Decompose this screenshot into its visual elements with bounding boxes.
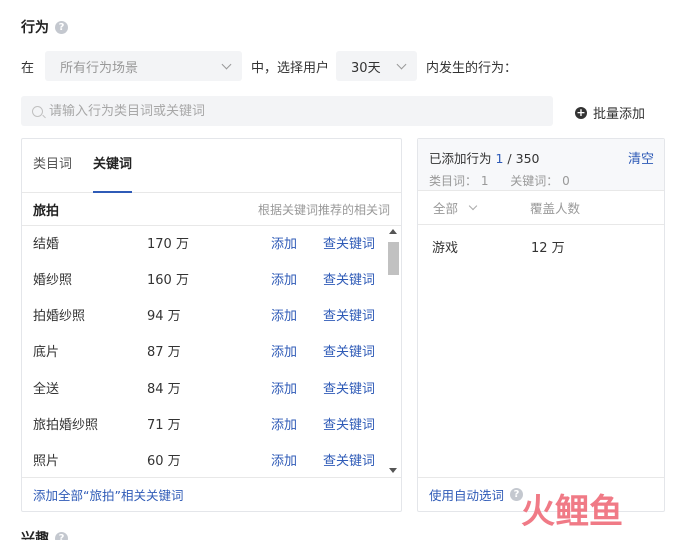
added-summary: 已添加行为 1 / 350 类目词： 1 关键词： 0 清空 [418,139,664,191]
keyword-count-summary: 关键词： 0 [510,174,570,188]
behavior-section-title: 行为 ? [21,17,68,37]
search-box [21,96,553,126]
added-count-line: 已添加行为 1 / 350 [429,148,654,167]
list-item: 旅拍婚纱照 71 万 添加 查关键词 [22,413,384,433]
auto-select-link[interactable]: 使用自动选词 [429,485,504,504]
keyword-count: 170 万 [147,236,189,252]
added-behavior-panel: 已添加行为 1 / 350 类目词： 1 关键词： 0 清空 全部 覆盖人数 游… [417,138,665,512]
interest-section-title: 兴趣 ? [21,528,68,540]
keyword-name: 旅拍婚纱照 [33,417,99,433]
keyword-panel: 类目词 关键词 旅拍 根据关键词推荐的相关词 结婚 170 万 添加 查关键词 … [21,138,402,512]
list-item: 底片 87 万 添加 查关键词 [22,340,384,360]
list-item: 结婚 170 万 添加 查关键词 [22,232,384,252]
clear-button[interactable]: 清空 [628,148,654,167]
batch-add-button[interactable]: + 批量添加 [575,103,645,122]
lookup-keyword-link[interactable]: 查关键词 [323,378,375,397]
middle-text: 中，选择用户 [251,60,330,76]
plus-circle-icon: + [575,105,587,119]
add-link[interactable]: 添加 [271,450,297,469]
lookup-keyword-link[interactable]: 查关键词 [323,305,375,324]
scroll-down-icon[interactable] [389,468,397,473]
lookup-keyword-link[interactable]: 查关键词 [323,269,375,288]
watermark-logo: 火鲤鱼 [521,492,623,532]
list-item: 婚纱照 160 万 添加 查关键词 [22,268,384,288]
added-prefix: 已添加行为 [429,151,492,166]
interest-title-text: 兴趣 [21,531,49,540]
list-item: 游戏 12 万 [418,225,664,265]
chevron-down-icon [468,201,478,210]
current-keyword: 旅拍 [33,203,60,219]
keyword-name: 照片 [33,453,60,469]
recommend-hint: 根据关键词推荐的相关词 [257,202,390,217]
add-link[interactable]: 添加 [271,269,297,288]
keyword-name: 结婚 [33,236,60,252]
keyword-count: 94 万 [147,308,181,324]
lookup-keyword-link[interactable]: 查关键词 [323,414,375,433]
add-link[interactable]: 添加 [271,233,297,252]
added-total: / 350 [503,151,540,166]
keyword-count: 71 万 [147,417,181,433]
lookup-keyword-link[interactable]: 查关键词 [323,233,375,252]
filter-label: 全部 [433,201,459,216]
list-item: 照片 60 万 添加 查关键词 [22,449,384,469]
added-columns: 全部 覆盖人数 [418,191,664,225]
scene-select-value: 所有行为场景 [60,60,139,76]
keyword-header: 旅拍 根据关键词推荐的相关词 [22,193,401,226]
keyword-name: 拍婚纱照 [33,308,86,324]
keyword-name: 全送 [33,381,60,397]
prefix-text: 在 [21,60,35,76]
help-icon[interactable]: ? [55,531,68,540]
keyword-tabs: 类目词 关键词 [22,139,401,193]
help-icon[interactable]: ? [55,20,68,34]
scene-select[interactable]: 所有行为场景 [45,51,243,81]
lookup-keyword-link[interactable]: 查关键词 [323,450,375,469]
filter-dropdown[interactable]: 全部 [433,198,478,217]
tab-keywords[interactable]: 关键词 [93,139,133,193]
category-count: 类目词： 1 [429,174,489,188]
tab-category-words[interactable]: 类目词 [33,139,72,193]
add-link[interactable]: 添加 [271,341,297,360]
keyword-count: 60 万 [147,453,181,469]
keyword-name: 婚纱照 [33,272,73,288]
added-behavior-count: 12 万 [531,241,565,256]
watermark-text: 火鲤鱼 [521,492,623,532]
lookup-keyword-link[interactable]: 查关键词 [323,341,375,360]
batch-add-label: 批量添加 [593,107,646,122]
keyword-count: 87 万 [147,344,181,360]
list-item: 全送 84 万 添加 查关键词 [22,377,384,397]
behavior-condition-row: 在 所有行为场景 中，选择用户 30天 内发生的行为： [21,51,517,81]
scroll-up-icon[interactable] [389,229,397,234]
days-select[interactable]: 30天 [336,51,418,81]
keyword-count: 84 万 [147,381,181,397]
chevron-down-icon [396,59,407,69]
added-breakdown: 类目词： 1 关键词： 0 [429,172,654,189]
add-all-related-link[interactable]: 添加全部“旅拍”相关关键词 [22,477,401,511]
add-link[interactable]: 添加 [271,378,297,397]
keyword-name: 底片 [33,344,60,360]
search-icon [32,105,43,117]
list-scrollbar[interactable] [386,227,400,475]
behavior-title-text: 行为 [21,20,49,36]
search-input[interactable] [49,103,529,119]
days-select-value: 30天 [351,60,381,76]
add-link[interactable]: 添加 [271,305,297,324]
add-link[interactable]: 添加 [271,414,297,433]
added-behavior-name: 游戏 [432,241,459,256]
keyword-list: 结婚 170 万 添加 查关键词 婚纱照 160 万 添加 查关键词 拍婚纱照 … [22,226,401,477]
list-item: 拍婚纱照 94 万 添加 查关键词 [22,304,384,324]
keyword-count: 160 万 [147,272,189,288]
chevron-down-icon [221,59,232,69]
cover-column-header: 覆盖人数 [530,201,581,216]
scroll-thumb[interactable] [388,242,399,275]
suffix-text: 内发生的行为： [426,60,518,76]
